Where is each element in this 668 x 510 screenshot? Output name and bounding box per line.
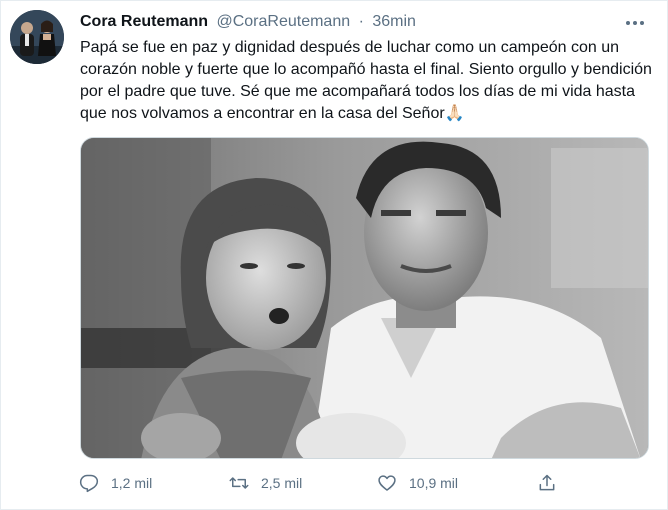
share-icon <box>539 474 555 491</box>
action-bar: 1,2 mil 2,5 mil 10,9 mil <box>71 469 571 497</box>
like-button[interactable]: 10,9 mil <box>377 469 458 497</box>
praying-hands-emoji: 🙏🏻 <box>444 105 465 122</box>
display-name[interactable]: Cora Reutemann <box>80 13 208 30</box>
heart-icon <box>378 475 396 491</box>
user-handle[interactable]: @CoraReutemann <box>216 13 350 30</box>
retweet-button[interactable]: 2,5 mil <box>229 469 302 497</box>
tweet-header: Cora Reutemann @CoraReutemann · 36min <box>80 13 416 31</box>
more-dots-icon[interactable] <box>623 11 647 35</box>
avatar-image <box>10 10 64 64</box>
reply-count: 1,2 mil <box>111 475 153 491</box>
tweet-photo[interactable] <box>80 137 649 459</box>
photo-image <box>81 138 648 458</box>
like-count: 10,9 mil <box>409 475 459 491</box>
tweet-card[interactable]: Cora Reutemann @CoraReutemann · 36min Pa… <box>0 0 668 510</box>
reply-button[interactable]: 1,2 mil <box>79 469 152 497</box>
avatar[interactable] <box>10 10 64 64</box>
time-separator: · <box>358 13 364 30</box>
share-button[interactable] <box>537 469 569 497</box>
tweet-body: Papá se fue en paz y dignidad después de… <box>80 39 652 122</box>
tweet-text: Papá se fue en paz y dignidad después de… <box>80 37 655 125</box>
reply-icon <box>79 474 99 493</box>
retweet-icon <box>229 477 249 489</box>
timestamp[interactable]: 36min <box>372 13 416 30</box>
retweet-count: 2,5 mil <box>261 475 303 491</box>
